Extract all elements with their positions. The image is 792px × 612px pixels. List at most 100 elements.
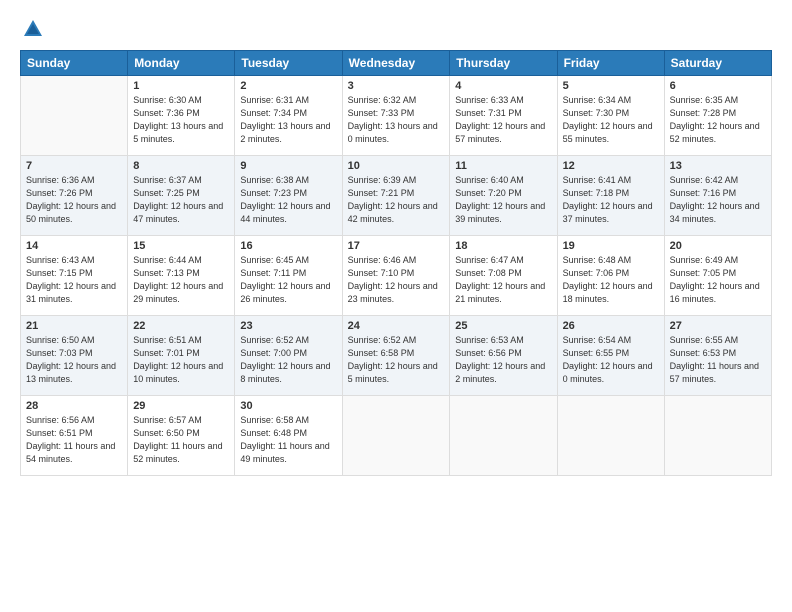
calendar-cell: 25 Sunrise: 6:53 AMSunset: 6:56 PMDayligh… xyxy=(450,316,557,396)
weekday-header-friday: Friday xyxy=(557,51,664,76)
day-number: 14 xyxy=(26,240,122,252)
calendar-cell: 6 Sunrise: 6:35 AMSunset: 7:28 PMDaylight… xyxy=(664,76,771,156)
calendar-cell: 10 Sunrise: 6:39 AMSunset: 7:21 PMDayligh… xyxy=(342,156,450,236)
day-number: 12 xyxy=(563,160,659,172)
day-info: Sunrise: 6:56 AMSunset: 6:51 PMDaylight:… xyxy=(26,414,122,466)
calendar-cell: 28 Sunrise: 6:56 AMSunset: 6:51 PMDayligh… xyxy=(21,396,128,476)
calendar-week-row: 28 Sunrise: 6:56 AMSunset: 6:51 PMDayligh… xyxy=(21,396,772,476)
day-info: Sunrise: 6:52 AMSunset: 6:58 PMDaylight:… xyxy=(348,334,445,386)
calendar-cell: 23 Sunrise: 6:52 AMSunset: 7:00 PMDayligh… xyxy=(235,316,342,396)
calendar-cell: 24 Sunrise: 6:52 AMSunset: 6:58 PMDayligh… xyxy=(342,316,450,396)
day-info: Sunrise: 6:38 AMSunset: 7:23 PMDaylight:… xyxy=(240,174,336,226)
day-number: 21 xyxy=(26,320,122,332)
day-number: 5 xyxy=(563,80,659,92)
calendar-cell: 11 Sunrise: 6:40 AMSunset: 7:20 PMDayligh… xyxy=(450,156,557,236)
calendar-cell: 3 Sunrise: 6:32 AMSunset: 7:33 PMDaylight… xyxy=(342,76,450,156)
weekday-header-tuesday: Tuesday xyxy=(235,51,342,76)
weekday-header-monday: Monday xyxy=(128,51,235,76)
day-number: 29 xyxy=(133,400,229,412)
calendar-cell: 8 Sunrise: 6:37 AMSunset: 7:25 PMDaylight… xyxy=(128,156,235,236)
day-number: 27 xyxy=(670,320,766,332)
calendar-cell: 4Sunrise: 6:33 AMSunset: 7:31 PMDaylight… xyxy=(450,76,557,156)
day-number: 22 xyxy=(133,320,229,332)
calendar-cell: 5 Sunrise: 6:34 AMSunset: 7:30 PMDaylight… xyxy=(557,76,664,156)
day-number: 17 xyxy=(348,240,445,252)
calendar-cell: 26 Sunrise: 6:54 AMSunset: 6:55 PMDayligh… xyxy=(557,316,664,396)
logo xyxy=(20,18,44,40)
calendar-cell xyxy=(21,76,128,156)
calendar-cell: 15Sunrise: 6:44 AMSunset: 7:13 PMDayligh… xyxy=(128,236,235,316)
day-info: Sunrise: 6:49 AMSunset: 7:05 PMDaylight:… xyxy=(670,254,766,306)
day-number: 7 xyxy=(26,160,122,172)
calendar-cell: 20 Sunrise: 6:49 AMSunset: 7:05 PMDayligh… xyxy=(664,236,771,316)
calendar-cell: 21 Sunrise: 6:50 AMSunset: 7:03 PMDayligh… xyxy=(21,316,128,396)
calendar-header-row: SundayMondayTuesdayWednesdayThursdayFrid… xyxy=(21,51,772,76)
day-number: 6 xyxy=(670,80,766,92)
day-info: Sunrise: 6:37 AMSunset: 7:25 PMDaylight:… xyxy=(133,174,229,226)
day-number: 13 xyxy=(670,160,766,172)
day-info: Sunrise: 6:35 AMSunset: 7:28 PMDaylight:… xyxy=(670,94,766,146)
weekday-header-thursday: Thursday xyxy=(450,51,557,76)
calendar-cell: 17 Sunrise: 6:46 AMSunset: 7:10 PMDayligh… xyxy=(342,236,450,316)
day-info: Sunrise: 6:45 AMSunset: 7:11 PMDaylight:… xyxy=(240,254,336,306)
day-info: Sunrise: 6:34 AMSunset: 7:30 PMDaylight:… xyxy=(563,94,659,146)
day-info: Sunrise: 6:33 AMSunset: 7:31 PMDaylight:… xyxy=(455,94,551,146)
day-info: Sunrise: 6:32 AMSunset: 7:33 PMDaylight:… xyxy=(348,94,445,146)
calendar-cell: 30Sunrise: 6:58 AMSunset: 6:48 PMDayligh… xyxy=(235,396,342,476)
day-number: 25 xyxy=(455,320,551,332)
day-info: Sunrise: 6:55 AMSunset: 6:53 PMDaylight:… xyxy=(670,334,766,386)
day-info: Sunrise: 6:58 AMSunset: 6:48 PMDaylight:… xyxy=(240,414,336,466)
day-info: Sunrise: 6:51 AMSunset: 7:01 PMDaylight:… xyxy=(133,334,229,386)
calendar-table: SundayMondayTuesdayWednesdayThursdayFrid… xyxy=(20,50,772,476)
day-number: 23 xyxy=(240,320,336,332)
calendar-cell: 22 Sunrise: 6:51 AMSunset: 7:01 PMDayligh… xyxy=(128,316,235,396)
calendar-cell: 14 Sunrise: 6:43 AMSunset: 7:15 PMDayligh… xyxy=(21,236,128,316)
calendar-cell: 16 Sunrise: 6:45 AMSunset: 7:11 PMDayligh… xyxy=(235,236,342,316)
day-info: Sunrise: 6:31 AMSunset: 7:34 PMDaylight:… xyxy=(240,94,336,146)
day-info: Sunrise: 6:53 AMSunset: 6:56 PMDaylight:… xyxy=(455,334,551,386)
day-info: Sunrise: 6:54 AMSunset: 6:55 PMDaylight:… xyxy=(563,334,659,386)
day-number: 20 xyxy=(670,240,766,252)
weekday-header-sunday: Sunday xyxy=(21,51,128,76)
header xyxy=(20,18,772,40)
calendar-cell xyxy=(557,396,664,476)
calendar-cell: 29Sunrise: 6:57 AMSunset: 6:50 PMDayligh… xyxy=(128,396,235,476)
calendar-cell: 2 Sunrise: 6:31 AMSunset: 7:34 PMDaylight… xyxy=(235,76,342,156)
calendar-cell: 9 Sunrise: 6:38 AMSunset: 7:23 PMDaylight… xyxy=(235,156,342,236)
day-number: 18 xyxy=(455,240,551,252)
day-number: 10 xyxy=(348,160,445,172)
day-number: 11 xyxy=(455,160,551,172)
calendar-cell xyxy=(342,396,450,476)
day-number: 24 xyxy=(348,320,445,332)
day-info: Sunrise: 6:39 AMSunset: 7:21 PMDaylight:… xyxy=(348,174,445,226)
day-number: 9 xyxy=(240,160,336,172)
calendar-cell: 1Sunrise: 6:30 AMSunset: 7:36 PMDaylight… xyxy=(128,76,235,156)
day-number: 28 xyxy=(26,400,122,412)
calendar-cell: 18 Sunrise: 6:47 AMSunset: 7:08 PMDayligh… xyxy=(450,236,557,316)
calendar-cell: 27 Sunrise: 6:55 AMSunset: 6:53 PMDayligh… xyxy=(664,316,771,396)
calendar-cell: 13 Sunrise: 6:42 AMSunset: 7:16 PMDayligh… xyxy=(664,156,771,236)
calendar-cell xyxy=(450,396,557,476)
day-number: 19 xyxy=(563,240,659,252)
day-info: Sunrise: 6:40 AMSunset: 7:20 PMDaylight:… xyxy=(455,174,551,226)
day-info: Sunrise: 6:48 AMSunset: 7:06 PMDaylight:… xyxy=(563,254,659,306)
calendar-cell: 19 Sunrise: 6:48 AMSunset: 7:06 PMDayligh… xyxy=(557,236,664,316)
day-info: Sunrise: 6:43 AMSunset: 7:15 PMDaylight:… xyxy=(26,254,122,306)
day-number: 1 xyxy=(133,80,229,92)
day-number: 15 xyxy=(133,240,229,252)
day-number: 26 xyxy=(563,320,659,332)
calendar-cell: 12Sunrise: 6:41 AMSunset: 7:18 PMDayligh… xyxy=(557,156,664,236)
day-number: 8 xyxy=(133,160,229,172)
calendar-week-row: 7 Sunrise: 6:36 AMSunset: 7:26 PMDaylight… xyxy=(21,156,772,236)
day-info: Sunrise: 6:52 AMSunset: 7:00 PMDaylight:… xyxy=(240,334,336,386)
calendar-week-row: 14 Sunrise: 6:43 AMSunset: 7:15 PMDayligh… xyxy=(21,236,772,316)
day-info: Sunrise: 6:42 AMSunset: 7:16 PMDaylight:… xyxy=(670,174,766,226)
day-info: Sunrise: 6:50 AMSunset: 7:03 PMDaylight:… xyxy=(26,334,122,386)
day-info: Sunrise: 6:36 AMSunset: 7:26 PMDaylight:… xyxy=(26,174,122,226)
day-info: Sunrise: 6:47 AMSunset: 7:08 PMDaylight:… xyxy=(455,254,551,306)
logo-icon xyxy=(22,18,44,40)
day-number: 3 xyxy=(348,80,445,92)
day-info: Sunrise: 6:46 AMSunset: 7:10 PMDaylight:… xyxy=(348,254,445,306)
day-number: 16 xyxy=(240,240,336,252)
day-number: 2 xyxy=(240,80,336,92)
